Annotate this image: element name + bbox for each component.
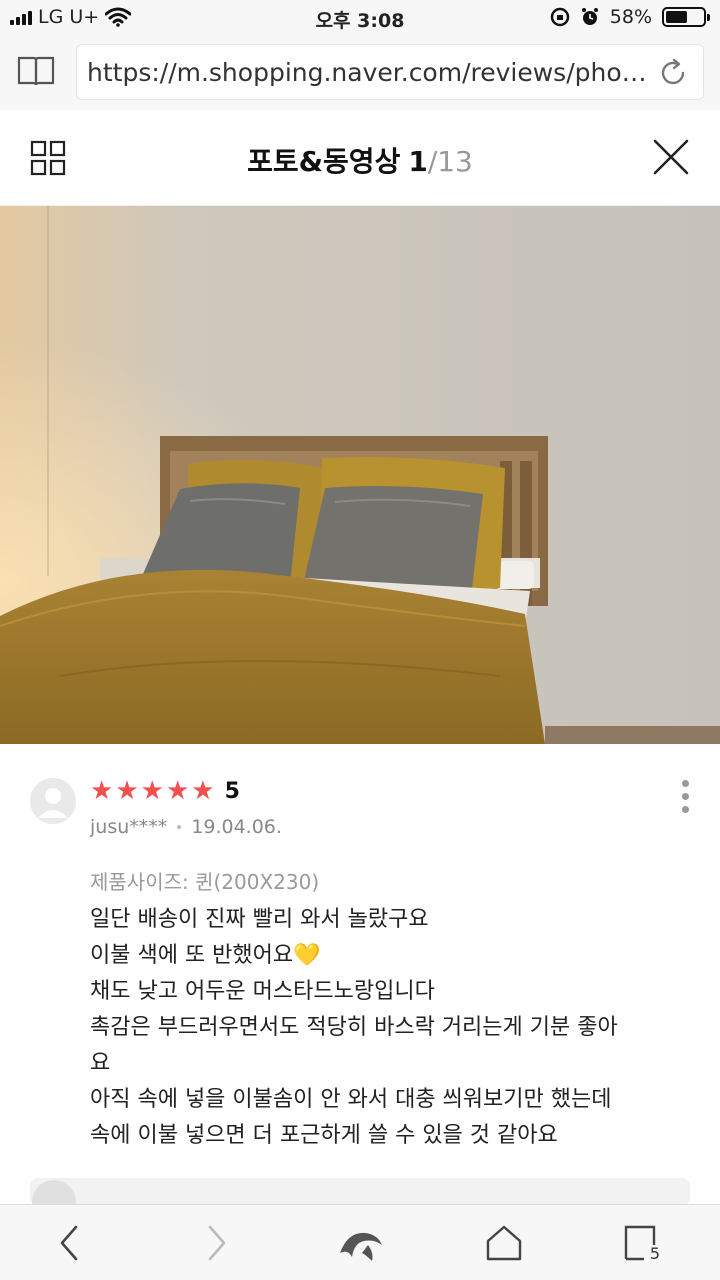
review-date: 19.04.06.	[191, 816, 282, 838]
title-label: 포토&동영상	[247, 145, 401, 178]
review-line: 속에 이불 넣으면 더 포근하게 쓸 수 있을 것 같아요	[90, 1123, 558, 1148]
forward-icon[interactable]	[196, 1223, 236, 1263]
star-icon: ★	[191, 776, 215, 806]
tabs-button[interactable]: 5	[622, 1223, 662, 1263]
review-line: 요	[90, 1051, 111, 1076]
user-icon	[38, 788, 68, 818]
review-line: 촉감은 부드러우면서도 적당히 바스락 거리는게 기분 좋아	[90, 1015, 618, 1040]
review-line: 이불 색에 또 반했어요💛	[90, 943, 321, 968]
url-text: https://m.shopping.naver.com/reviews/pho…	[87, 58, 647, 87]
status-bar: LG U+ 오후 3:08 58%	[0, 0, 720, 36]
address-field[interactable]: https://m.shopping.naver.com/reviews/pho…	[76, 44, 704, 100]
review-text: 일단 배송이 진짜 빨리 와서 놀랐구요 이불 색에 또 반했어요💛 채도 낮고…	[90, 902, 690, 1154]
more-icon[interactable]	[682, 780, 690, 816]
rating: ★ ★ ★ ★ ★ 5	[90, 776, 240, 806]
product-option: 제품사이즈: 퀸(200X230)	[90, 870, 320, 894]
review-photo[interactable]	[0, 206, 720, 744]
page-title: 포토&동영상 1/13	[0, 140, 720, 180]
alarm-icon	[581, 8, 598, 25]
home-icon[interactable]	[484, 1223, 524, 1263]
star-icon: ★	[140, 776, 164, 806]
url-bar: https://m.shopping.naver.com/reviews/pho…	[0, 36, 720, 110]
star-icon: ★	[165, 776, 190, 806]
close-icon[interactable]	[652, 138, 690, 176]
reload-icon[interactable]	[657, 57, 689, 89]
tabs-count: 5	[649, 1244, 660, 1263]
reviewer-id: jusu****	[90, 816, 168, 838]
separator-dot	[177, 825, 182, 829]
browser-toolbar: 5	[0, 1204, 720, 1280]
rating-value: 5	[224, 778, 240, 804]
viewer-header: 포토&동영상 1/13	[0, 110, 720, 206]
back-icon[interactable]	[50, 1223, 90, 1263]
review-line: 채도 낮고 어두운 머스타드노랑입니다	[90, 979, 435, 1004]
star-icon: ★	[90, 776, 114, 806]
status-right: 58%	[550, 6, 710, 28]
photo-total: /13	[427, 145, 473, 178]
review-meta: jusu**** 19.04.06.	[90, 816, 282, 838]
photo-index: 1	[408, 145, 428, 178]
whale-icon[interactable]	[338, 1223, 384, 1263]
book-icon[interactable]	[16, 54, 56, 88]
star-icon: ★	[115, 776, 139, 806]
review-line: 일단 배송이 진짜 빨리 와서 놀랐구요	[90, 907, 429, 932]
review-line: 아직 속에 넣을 이불솜이 안 와서 대충 씌워보기만 했는데	[90, 1087, 612, 1112]
avatar[interactable]	[30, 778, 76, 824]
battery-fill	[666, 11, 687, 23]
rotation-lock-icon	[550, 7, 570, 27]
seller-reply-box	[30, 1178, 690, 1206]
battery-icon	[662, 7, 710, 27]
battery-percent: 58%	[609, 6, 652, 28]
bed-photo-illustration	[0, 206, 720, 744]
